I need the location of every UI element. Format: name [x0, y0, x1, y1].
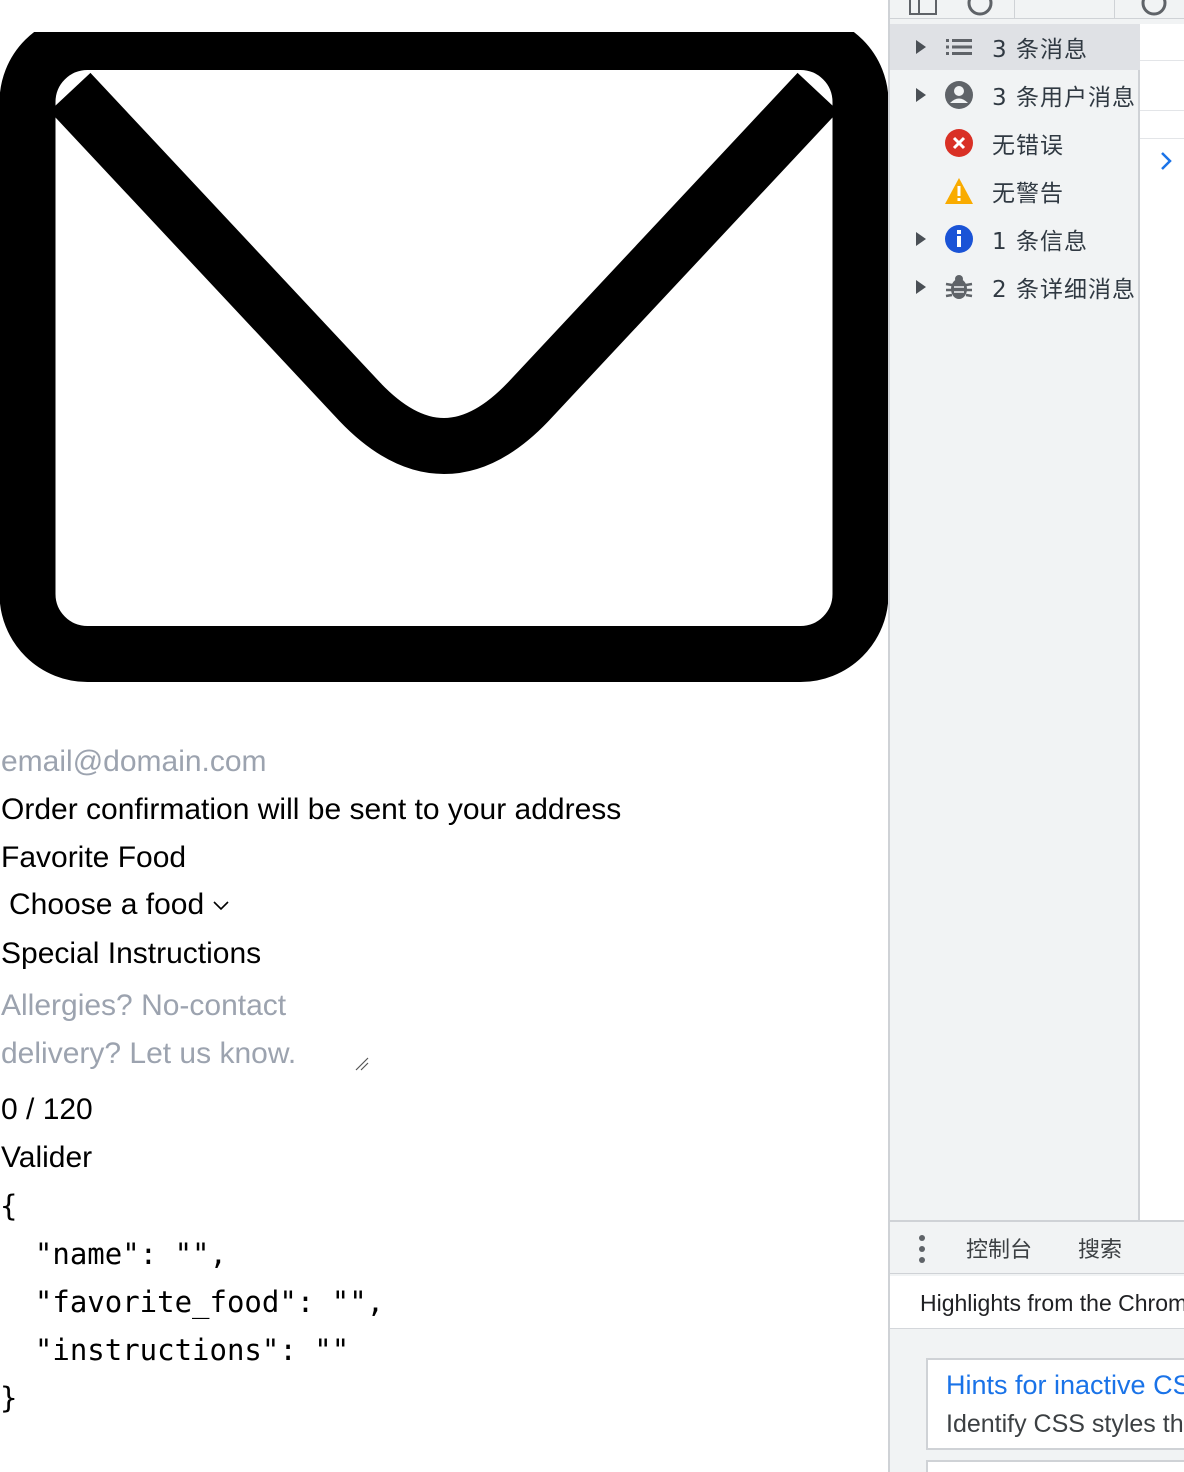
whats-new-card-desc: Identify CSS styles that: [946, 1410, 1184, 1438]
clear-console-icon[interactable]: [966, 0, 994, 16]
whats-new-header: Highlights from the Chrome: [890, 1276, 1184, 1329]
mail-icon: [0, 32, 888, 682]
list-icon: [946, 39, 972, 55]
sidebar-item-verbose[interactable]: 2 条详细消息: [890, 264, 1140, 310]
expand-triangle-icon[interactable]: [916, 280, 926, 294]
chevron-right-icon[interactable]: [1158, 150, 1174, 172]
food-label: Favorite Food: [1, 841, 187, 874]
toolbar-divider: [1114, 0, 1115, 18]
warning-icon: [945, 178, 973, 204]
devtools-panel: 3 条消息 3 条用户消息 无错误 无警告 1 条信息 2 条详细消息 控制台 …: [888, 0, 1184, 1472]
food-select-value: Choose a food: [9, 888, 205, 921]
info-icon: [945, 225, 973, 253]
sidebar-toggle-icon[interactable]: [908, 0, 938, 16]
devtools-toolbar: [890, 0, 1184, 19]
whats-new-card[interactable]: Hints for inactive CSS Identify CSS styl…: [926, 1358, 1184, 1450]
expand-triangle-icon[interactable]: [916, 232, 926, 246]
chevron-down-icon: [213, 901, 229, 911]
message-row-divider: [1140, 60, 1184, 61]
whats-new-title: Highlights from the Chrome: [920, 1290, 1184, 1316]
message-row-divider: [1140, 138, 1184, 139]
sidebar-item-messages[interactable]: 3 条消息: [890, 24, 1140, 70]
console-messages-area: [1140, 24, 1184, 1220]
resize-handle-icon[interactable]: [354, 1056, 370, 1072]
whats-new-panel: Hints for inactive CSS Identify CSS styl…: [890, 1330, 1184, 1472]
bug-icon: [945, 275, 973, 299]
json-output: { "name": "", "favorite_food": "", "inst…: [0, 1189, 385, 1415]
sidebar-item-label: 无警告: [992, 181, 1064, 207]
food-select[interactable]: Choose a food: [9, 885, 230, 925]
message-row-divider: [1140, 110, 1184, 111]
console-sidebar: 3 条消息 3 条用户消息 无错误 无警告 1 条信息 2 条详细消息: [890, 24, 1140, 1220]
sidebar-item-label: 1 条信息: [992, 229, 1088, 255]
email-hint: Order confirmation will be sent to your …: [1, 793, 622, 826]
page-content: email@domain.com Order confirmation will…: [0, 0, 888, 1472]
expand-triangle-icon[interactable]: [916, 88, 926, 102]
sidebar-item-info[interactable]: 1 条信息: [890, 216, 1140, 262]
sidebar-item-label: 无错误: [992, 133, 1064, 159]
instructions-textarea[interactable]: Allergies? No-contact delivery? Let us k…: [1, 982, 361, 1078]
more-options-icon[interactable]: [918, 1234, 926, 1264]
email-input[interactable]: email@domain.com: [1, 742, 267, 782]
sidebar-item-errors[interactable]: 无错误: [890, 120, 1140, 166]
sidebar-item-label: 2 条详细消息: [992, 277, 1136, 303]
instructions-label: Special Instructions: [1, 937, 262, 970]
toolbar-divider: [1014, 0, 1015, 18]
sidebar-item-label: 3 条用户消息: [992, 85, 1136, 111]
drawer-tabbar: 控制台 搜索: [890, 1220, 1184, 1274]
settings-icon[interactable]: [1140, 0, 1168, 16]
sidebar-item-warnings[interactable]: 无警告: [890, 168, 1140, 214]
submit-button[interactable]: Valider: [1, 1138, 92, 1178]
tab-search[interactable]: 搜索: [1078, 1232, 1122, 1264]
expand-triangle-icon[interactable]: [916, 40, 926, 54]
user-icon: [945, 81, 973, 109]
error-icon: [945, 129, 973, 157]
char-counter: 0 / 120: [1, 1093, 93, 1126]
sidebar-item-label: 3 条消息: [992, 37, 1088, 63]
whats-new-card[interactable]: [926, 1460, 1184, 1472]
whats-new-card-link[interactable]: Hints for inactive CSS: [946, 1370, 1184, 1401]
tab-console[interactable]: 控制台: [966, 1232, 1032, 1264]
sidebar-item-user-messages[interactable]: 3 条用户消息: [890, 72, 1140, 118]
